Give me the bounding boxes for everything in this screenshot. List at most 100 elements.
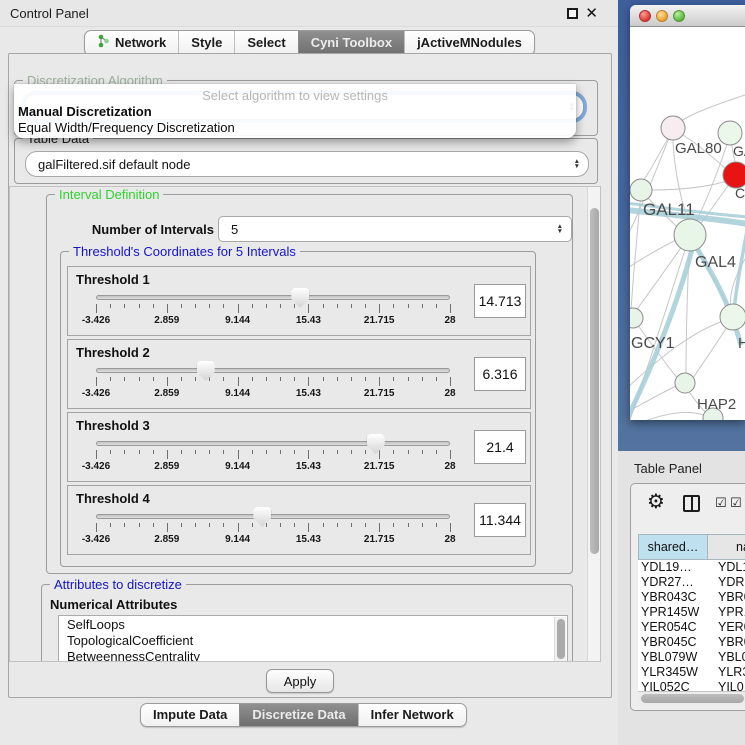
list-item[interactable]: BetweennessCentrality [67, 649, 567, 662]
list-scrollbar[interactable] [554, 617, 566, 662]
node-label: HAP2 [697, 396, 736, 413]
apply-button[interactable]: Apply [266, 669, 334, 693]
tab-select[interactable]: Select [234, 31, 297, 55]
checkbox-icon[interactable]: ☑ [730, 496, 742, 509]
attributes-group: Attributes to discretize Numerical Attri… [41, 584, 573, 662]
table-row[interactable]: YIL052CYIL0 [638, 680, 745, 691]
cell-shared-name: YLR345W [641, 665, 698, 679]
table-row[interactable]: YPR145WYPR1 [638, 605, 745, 620]
slider-tick-label: -3.426 [74, 461, 118, 472]
table-row[interactable]: YLR345W YLR3 [638, 665, 745, 680]
num-intervals-label: Number of Intervals [62, 222, 214, 237]
table-row[interactable]: YBL079WYBL0 [638, 650, 745, 665]
node-label: GAL4 [695, 254, 736, 271]
node-gal11[interactable] [630, 179, 652, 201]
cell-name: YLR3 [718, 665, 745, 679]
list-item[interactable]: TopologicalCoefficient [67, 633, 567, 649]
column-header-shared-name[interactable]: shared… [638, 534, 708, 560]
close-icon[interactable]: ✕ [585, 4, 598, 22]
node-gal4[interactable] [674, 219, 706, 251]
cell-shared-name: YER054C [641, 620, 697, 634]
network-desktop: GAL80GACGAL11GAL4GCY1HHAP2 [618, 0, 745, 451]
tab-cyni-toolbox[interactable]: Cyni Toolbox [298, 31, 404, 55]
network-edge[interactable] [630, 238, 680, 269]
close-window-icon[interactable] [639, 10, 651, 22]
tab-discretize-data[interactable]: Discretize Data [239, 704, 357, 726]
attributes-group-title: Attributes to discretize [50, 577, 186, 592]
tab-label: Impute Data [153, 707, 227, 722]
slider-track[interactable] [96, 441, 450, 446]
attributes-list[interactable]: SelfLoopsTopologicalCoefficientBetweenne… [58, 615, 568, 662]
gear-icon[interactable]: ⚙ [647, 492, 665, 512]
node-label: C [735, 185, 745, 201]
network-graph[interactable]: GAL80GACGAL11GAL4GCY1HHAP2 [630, 27, 745, 420]
slider-tick-label: -3.426 [74, 534, 118, 545]
node-gal80[interactable] [661, 116, 685, 140]
column-header-name[interactable]: na [708, 534, 745, 560]
panel-title: Control Panel [10, 6, 89, 21]
table-row[interactable]: YER054CYER0 [638, 620, 745, 635]
table-row[interactable]: YDL19…YDL1 [638, 560, 745, 575]
network-thick-edge[interactable] [734, 231, 745, 311]
num-intervals-combobox[interactable]: 5 ▲▼ [218, 216, 572, 242]
zoom-window-icon[interactable] [673, 10, 685, 22]
num-intervals-value: 5 [231, 222, 238, 237]
table-data-value: galFiltered.sif default node [38, 157, 190, 172]
slider-track[interactable] [96, 295, 450, 300]
settings-scrollbar-thumb[interactable] [590, 208, 599, 554]
network-edge[interactable] [651, 179, 733, 190]
list-scrollbar-thumb[interactable] [557, 619, 565, 659]
table-row[interactable]: YBR043CYBR0 [638, 590, 745, 605]
settings-scrollbar[interactable] [587, 187, 600, 661]
tab-jactivemnodules[interactable]: jActiveMNodules [404, 31, 534, 55]
cell-name: YBL0 [718, 650, 745, 664]
threshold-value-field[interactable]: 6.316 [474, 357, 526, 391]
table-row[interactable]: YBR045CYBR0 [638, 635, 745, 650]
table-data-combobox[interactable]: galFiltered.sif default node ▲▼ [25, 151, 589, 177]
menu-item[interactable]: Manual Discretization [18, 104, 152, 119]
table-panel-title: Table Panel [634, 461, 702, 476]
node-label: GAL11 [643, 200, 695, 219]
cell-shared-name: YDR27… [641, 575, 694, 589]
slider-tick-label: 28 [428, 315, 472, 326]
slider-tick-label: 9.144 [216, 534, 260, 545]
list-item[interactable]: SelfLoops [67, 617, 567, 633]
cell-shared-name: YPR145W [641, 605, 699, 619]
dropdown-placeholder: Select algorithm to view settings [14, 88, 576, 103]
tab-impute-data[interactable]: Impute Data [141, 704, 239, 726]
node-right[interactable] [720, 304, 745, 330]
threshold-panel: Threshold 2-3.4262.8599.14415.4321.71528… [67, 339, 531, 409]
network-canvas[interactable]: GAL80GACGAL11GAL4GCY1HHAP2 [630, 27, 745, 420]
threshold-value-field[interactable]: 11.344 [474, 503, 526, 537]
split-view-icon[interactable] [683, 495, 700, 512]
threshold-value-field[interactable]: 21.4 [474, 430, 526, 464]
checkbox-icon[interactable]: ☑ [715, 496, 727, 509]
slider-ticks [96, 304, 451, 314]
tab-network[interactable]: Network [85, 31, 178, 55]
slider-tick-label: 9.144 [216, 388, 260, 399]
node-gcy1[interactable] [630, 308, 643, 328]
tab-infer-network[interactable]: Infer Network [358, 704, 466, 726]
node-label: GCY1 [631, 335, 675, 352]
threshold-value-field[interactable]: 14.713 [474, 284, 526, 318]
table-hscrollbar[interactable] [638, 691, 745, 705]
node-hap2[interactable] [675, 373, 695, 393]
network-edge[interactable] [630, 412, 709, 420]
slider-tick-label: 2.859 [145, 388, 189, 399]
menu-item[interactable]: Equal Width/Frequency Discretization [18, 120, 235, 135]
slider-track[interactable] [96, 514, 450, 519]
minimize-window-icon[interactable] [656, 10, 668, 22]
slider-tick-label: 28 [428, 388, 472, 399]
slider-track[interactable] [96, 368, 450, 373]
tab-style[interactable]: Style [178, 31, 234, 55]
network-window[interactable]: GAL80GACGAL11GAL4GCY1HHAP2 [630, 5, 745, 420]
network-window-titlebar[interactable] [630, 5, 745, 27]
control-panel: Control Panel ✕ NetworkStyleSelectCyni T… [0, 0, 618, 745]
cell-shared-name: YBR045C [641, 635, 697, 649]
bottom-tab-bar: Impute Data Discretize DataInfer Network [140, 703, 467, 727]
table-header: shared… na [638, 534, 745, 560]
table-row[interactable]: YDR27…YDR2 [638, 575, 745, 590]
float-window-icon[interactable] [567, 8, 578, 19]
threshold-panel: Threshold 3-3.4262.8599.14415.4321.71528… [67, 412, 531, 482]
table-hscrollbar-thumb[interactable] [641, 694, 744, 703]
